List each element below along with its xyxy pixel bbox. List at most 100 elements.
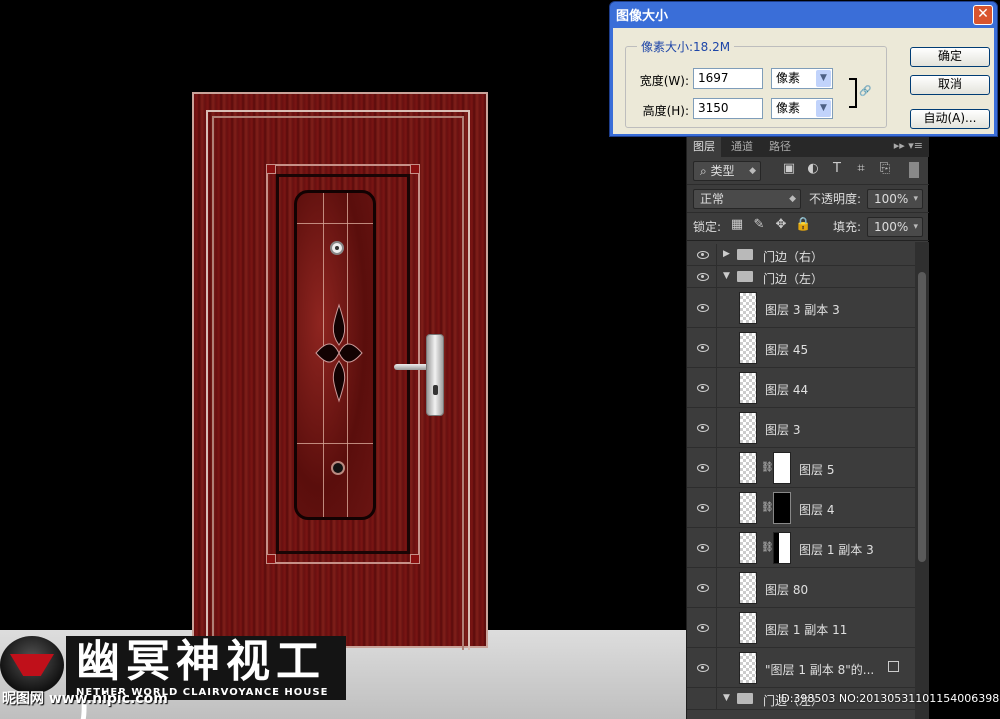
layer-row[interactable]: 图层 44 <box>687 368 915 408</box>
dialog-title: 图像大小 <box>616 9 669 24</box>
filter-kind-select[interactable]: ⌕ 类型 ◆ <box>693 161 761 181</box>
fill-input[interactable]: 100% ▾ <box>867 217 923 237</box>
eye-icon[interactable] <box>697 273 709 281</box>
height-input[interactable]: 3150 <box>693 98 763 119</box>
visibility-cell[interactable] <box>687 408 717 447</box>
visibility-cell[interactable] <box>687 244 717 265</box>
blend-mode-value: 正常 <box>700 192 725 206</box>
height-unit-value: 像素 <box>776 101 801 115</box>
type-filter-icon[interactable]: T <box>829 161 845 176</box>
layers-scrollbar[interactable] <box>915 242 929 719</box>
layer-name: 图层 1 副本 3 <box>799 543 874 557</box>
layer-row[interactable]: "图层 1 副本 8"的... <box>687 648 915 688</box>
visibility-cell[interactable] <box>687 688 717 709</box>
chevron-down-icon[interactable]: ▼ <box>816 70 831 87</box>
blend-mode-select[interactable]: 正常 ◆ <box>693 189 801 209</box>
layer-row[interactable]: ⛓ 图层 1 副本 3 <box>687 528 915 568</box>
eye-icon[interactable] <box>697 424 709 432</box>
visibility-cell[interactable] <box>687 288 717 327</box>
cancel-button[interactable]: 取消 <box>910 75 990 95</box>
eye-icon[interactable] <box>697 584 709 592</box>
layer-group-row[interactable]: ▼ 门边（左） <box>687 266 915 288</box>
eye-icon[interactable] <box>697 504 709 512</box>
chevron-right-icon[interactable]: ▶ <box>723 249 730 259</box>
ok-button[interactable]: 确定 <box>910 47 990 67</box>
visibility-cell[interactable] <box>687 608 717 647</box>
layer-thumbnail <box>739 372 757 404</box>
layer-name: 图层 3 <box>765 423 801 437</box>
eye-icon[interactable] <box>697 664 709 672</box>
adjustment-filter-icon[interactable]: ◐ <box>805 161 821 176</box>
lock-all-icon[interactable]: 🔒 <box>795 217 811 232</box>
chevron-down-icon[interactable]: ▼ <box>723 271 730 281</box>
layer-mask-thumbnail[interactable] <box>773 452 791 484</box>
tab-channels[interactable]: 通道 <box>725 137 759 157</box>
lock-position-icon[interactable]: ✥ <box>773 217 789 232</box>
width-unit-select[interactable]: 像素 ▼ <box>771 68 833 89</box>
panel-menu-icon[interactable]: ▸▸ ▾≡ <box>894 139 923 152</box>
chevron-down-icon: ▾ <box>913 222 918 232</box>
tab-paths[interactable]: 路径 <box>763 137 797 157</box>
chevron-down-icon[interactable]: ▼ <box>723 693 730 703</box>
layer-mask-thumbnail[interactable] <box>773 532 791 564</box>
eye-icon[interactable] <box>697 344 709 352</box>
height-unit-select[interactable]: 像素 ▼ <box>771 98 833 119</box>
layer-mask-thumbnail[interactable] <box>773 492 791 524</box>
eye-icon[interactable] <box>697 384 709 392</box>
glass-line <box>297 223 373 224</box>
lock-transparent-icon[interactable]: ▦ <box>729 217 745 232</box>
width-input[interactable]: 1697 <box>693 68 763 89</box>
layer-thumbnail <box>739 572 757 604</box>
layer-list: ▶ 门边（右） ▼ 门边（左） 图层 3 副本 3 图层 45 图层 44 图层… <box>687 242 915 719</box>
updown-icon: ◆ <box>749 166 756 176</box>
visibility-cell[interactable] <box>687 328 717 367</box>
visibility-cell[interactable] <box>687 648 717 687</box>
layer-row[interactable]: 图层 3 <box>687 408 915 448</box>
flower-ornament <box>315 303 363 403</box>
layer-row[interactable]: ⛓ 图层 4 <box>687 488 915 528</box>
layer-row[interactable]: 图层 1 副本 11 <box>687 608 915 648</box>
smart-object-filter-icon[interactable]: ⎘ <box>877 161 893 176</box>
image-id-watermark: ID:398503 NO:20130531101154006398 <box>778 692 1000 705</box>
eye-icon[interactable] <box>697 251 709 259</box>
visibility-cell[interactable] <box>687 448 717 487</box>
dialog-body: 像素大小:18.2M 宽度(W): 1697 像素 ▼ 高度(H): 3150 … <box>613 28 994 134</box>
visibility-cell[interactable] <box>687 488 717 527</box>
lock-row: 锁定: ▦ ✎ ✥ 🔒 填充: 100% ▾ <box>687 213 929 241</box>
visibility-cell[interactable] <box>687 568 717 607</box>
tab-layers[interactable]: 图层 <box>687 137 721 157</box>
chain-link-icon[interactable]: ⛓ <box>761 502 774 513</box>
image-filter-icon[interactable]: ▣ <box>781 161 797 176</box>
eye-icon[interactable] <box>697 544 709 552</box>
layer-row[interactable]: ⛓ 图层 5 <box>687 448 915 488</box>
layer-row[interactable]: 图层 3 副本 3 <box>687 288 915 328</box>
chevron-down-icon[interactable]: ▼ <box>816 100 831 117</box>
eye-icon[interactable] <box>697 464 709 472</box>
layer-row[interactable]: 图层 80 <box>687 568 915 608</box>
layer-thumbnail <box>739 412 757 444</box>
visibility-cell[interactable] <box>687 528 717 567</box>
glass-line <box>297 443 373 444</box>
eye-icon[interactable] <box>697 624 709 632</box>
auto-button[interactable]: 自动(A)... <box>910 109 990 129</box>
chain-link-icon[interactable]: ⛓ <box>761 462 774 473</box>
chain-link-icon[interactable]: ⛓ <box>761 542 774 553</box>
shape-filter-icon[interactable]: ⌗ <box>853 161 869 176</box>
lock-image-icon[interactable]: ✎ <box>751 217 767 232</box>
layer-row[interactable]: 图层 45 <box>687 328 915 368</box>
visibility-cell[interactable] <box>687 266 717 287</box>
layer-name: 图层 1 副本 11 <box>765 623 848 637</box>
fill-label: 填充: <box>833 220 862 234</box>
close-button[interactable]: ✕ <box>973 5 993 25</box>
layer-thumbnail <box>739 452 757 484</box>
filter-toggle[interactable] <box>909 162 919 178</box>
panel-tabs: 图层 通道 路径 ▸▸ ▾≡ <box>687 137 929 157</box>
layer-name: "图层 1 副本 8"的... <box>765 663 875 677</box>
opacity-input[interactable]: 100% ▾ <box>867 189 923 209</box>
scrollbar-thumb[interactable] <box>918 272 926 562</box>
eye-icon[interactable] <box>697 304 709 312</box>
width-label: 宽度(W): <box>639 74 689 88</box>
visibility-cell[interactable] <box>687 368 717 407</box>
layer-group-row[interactable]: ▶ 门边（右） <box>687 244 915 266</box>
door-glass-insert <box>294 190 376 520</box>
